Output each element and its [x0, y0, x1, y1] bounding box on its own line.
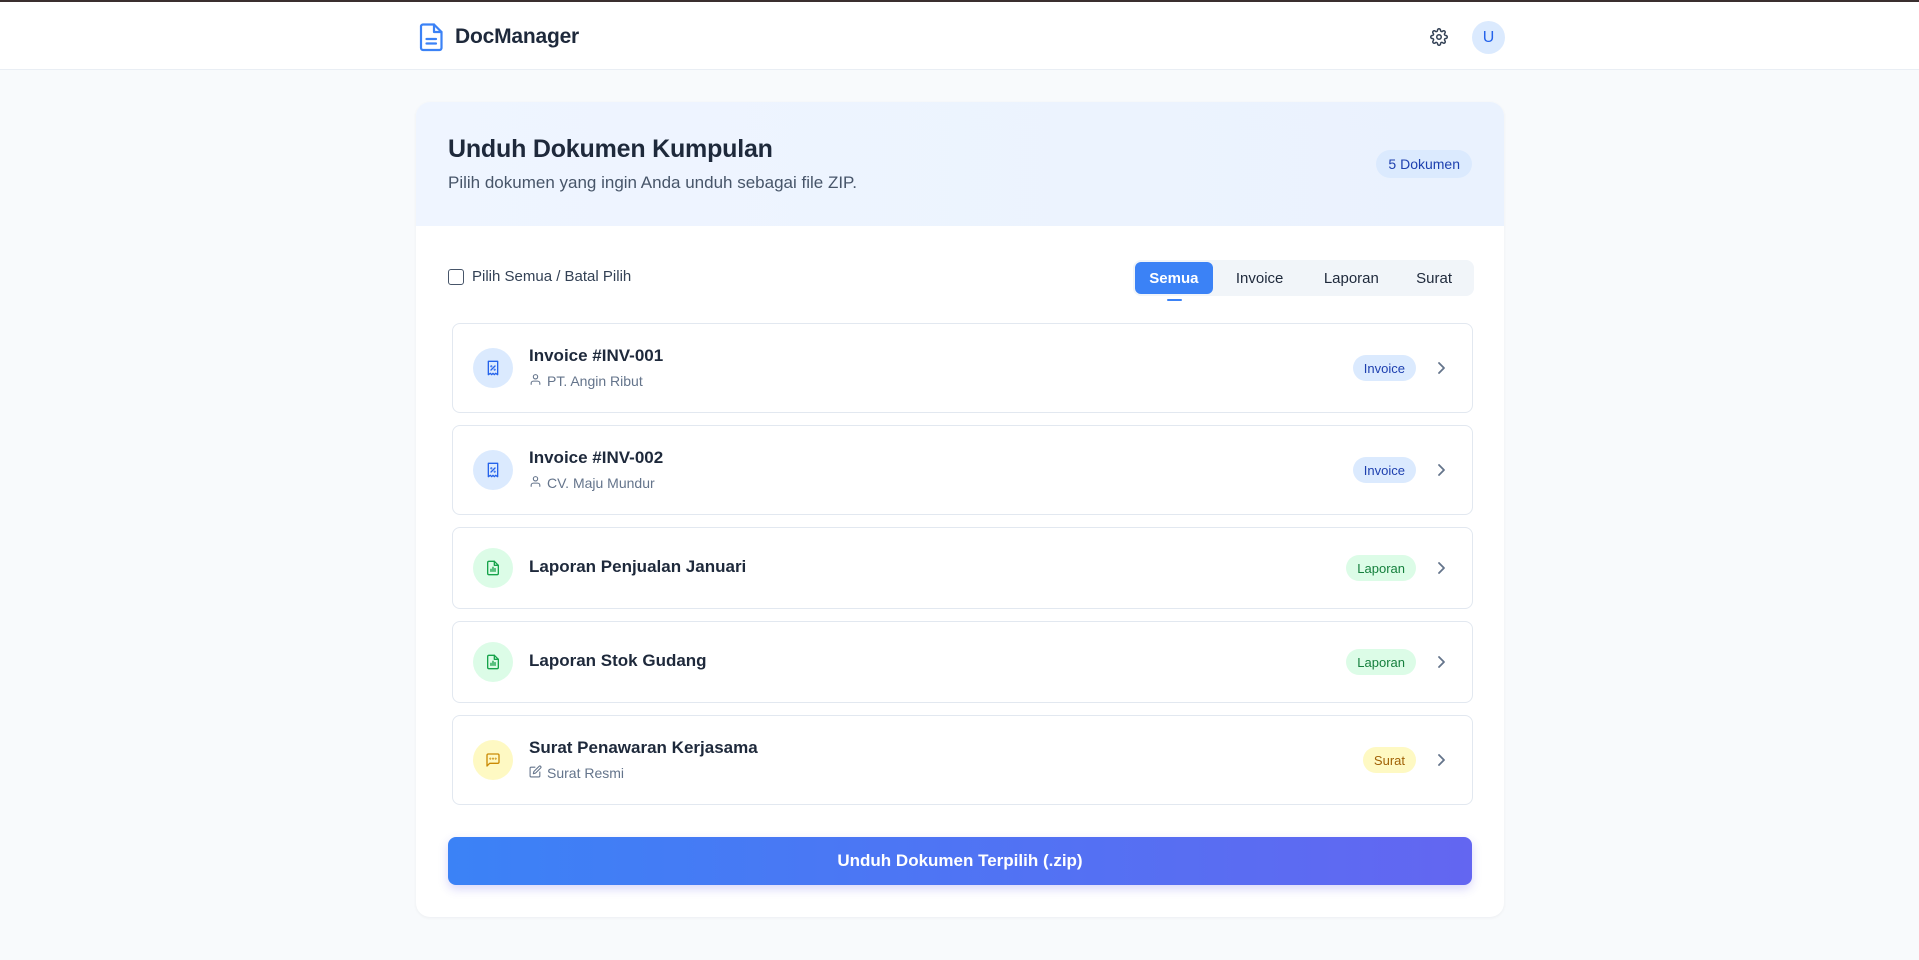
- brand[interactable]: DocManager: [419, 22, 579, 52]
- document-subtitle: CV. Maju Mundur: [529, 475, 655, 491]
- category-badge: Invoice: [1352, 355, 1416, 381]
- download-zip-button[interactable]: Unduh Dokumen Terpilih (.zip): [448, 837, 1472, 885]
- chevron-right-icon: [1434, 561, 1448, 575]
- download-card: Unduh Dokumen Kumpulan Pilih dokumen yan…: [416, 102, 1504, 917]
- edit-icon: [529, 765, 542, 781]
- document-item[interactable]: Invoice #INV-001 PT. Angin Ribut Invoice: [452, 323, 1473, 413]
- report-icon: [473, 548, 513, 588]
- tab-semua[interactable]: Semua: [1135, 262, 1213, 301]
- document-subtitle-text: Surat Resmi: [547, 765, 625, 781]
- document-title: Laporan Penjualan Januari: [529, 557, 747, 576]
- receipt-icon: [473, 348, 513, 388]
- tab-surat[interactable]: Surat: [1396, 262, 1472, 294]
- category-badge: Laporan: [1346, 555, 1416, 581]
- page-title: Unduh Dokumen Kumpulan: [448, 135, 773, 163]
- report-icon: [473, 642, 513, 682]
- user-icon: [529, 475, 542, 491]
- document-logo-icon: [419, 22, 445, 52]
- user-icon: [529, 373, 542, 389]
- tab-invoice[interactable]: Invoice: [1213, 262, 1307, 294]
- chevron-right-icon: [1434, 753, 1448, 767]
- document-item[interactable]: Surat Penawaran Kerjasama Surat Resmi Su…: [452, 715, 1473, 805]
- document-subtitle: Surat Resmi: [529, 765, 624, 781]
- document-subtitle: PT. Angin Ribut: [529, 373, 643, 389]
- document-title: Surat Penawaran Kerjasama: [529, 738, 758, 757]
- chevron-right-icon: [1434, 655, 1448, 669]
- select-all-toggle[interactable]: Pilih Semua / Batal Pilih: [448, 268, 631, 285]
- message-icon: [473, 740, 513, 780]
- document-item[interactable]: Laporan Penjualan Januari Laporan: [452, 527, 1473, 609]
- document-title: Invoice #INV-001: [529, 346, 664, 365]
- top-navbar: DocManager U: [0, 2, 1919, 70]
- user-avatar[interactable]: U: [1472, 21, 1505, 54]
- tab-laporan[interactable]: Laporan: [1306, 262, 1396, 294]
- document-item[interactable]: Invoice #INV-002 CV. Maju Mundur Invoice: [452, 425, 1473, 515]
- select-all-label: Pilih Semua / Batal Pilih: [472, 268, 632, 285]
- chevron-right-icon: [1434, 361, 1448, 375]
- category-badge: Invoice: [1352, 457, 1416, 483]
- filter-tabs: Semua Invoice Laporan Surat: [1133, 260, 1474, 301]
- gear-icon: [1430, 27, 1448, 51]
- document-title: Invoice #INV-002: [529, 448, 664, 467]
- app-name: DocManager: [455, 25, 580, 48]
- document-count-badge: 5 Dokumen: [1376, 150, 1472, 178]
- document-title: Laporan Stok Gudang: [529, 651, 707, 670]
- document-item[interactable]: Laporan Stok Gudang Laporan: [452, 621, 1473, 703]
- document-subtitle-text: CV. Maju Mundur: [547, 475, 655, 491]
- settings-button[interactable]: [1424, 24, 1454, 54]
- card-header: Unduh Dokumen Kumpulan Pilih dokumen yan…: [416, 102, 1504, 226]
- select-all-checkbox[interactable]: [448, 268, 464, 285]
- page-subtitle: Pilih dokumen yang ingin Anda unduh seba…: [448, 173, 857, 192]
- receipt-icon: [473, 450, 513, 490]
- document-subtitle-text: PT. Angin Ribut: [547, 373, 643, 389]
- category-badge: Surat: [1362, 747, 1416, 773]
- category-badge: Laporan: [1346, 649, 1416, 675]
- chevron-right-icon: [1434, 463, 1448, 477]
